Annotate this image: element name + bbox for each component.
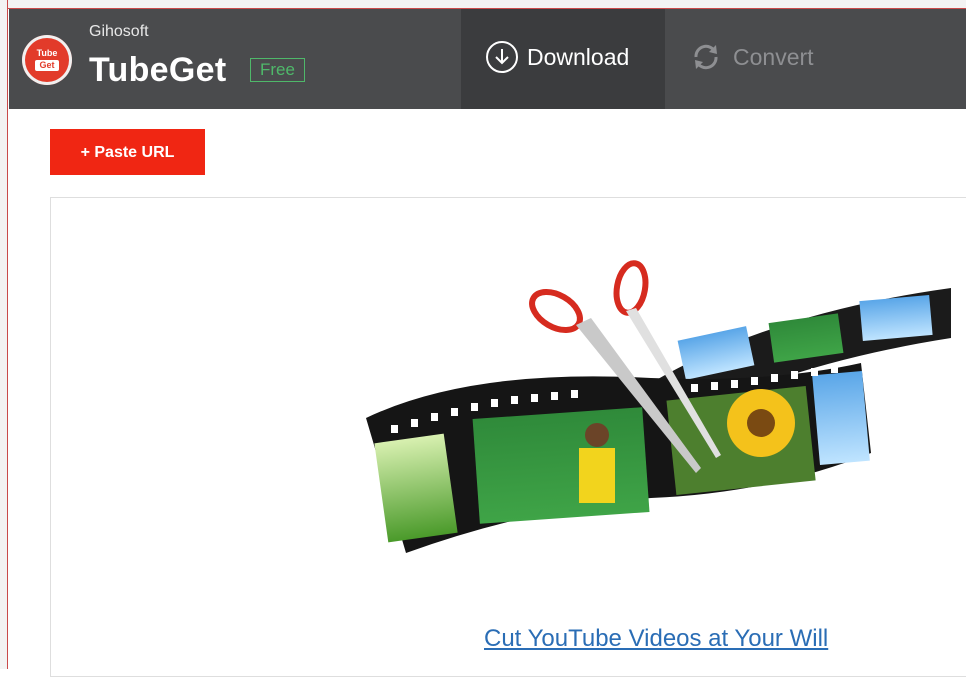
film-strip-illustration — [366, 260, 951, 553]
paste-url-button[interactable]: + Paste URL — [50, 129, 205, 175]
edition-badge: Free — [250, 58, 305, 82]
tab-convert[interactable]: Convert — [665, 9, 845, 109]
download-list-panel: Cut YouTube Videos at Your Will — [50, 197, 966, 677]
tab-convert-label: Convert — [733, 44, 814, 70]
logo-text-top: Tube — [36, 48, 58, 58]
app-title: TubeGet — [89, 51, 227, 89]
logo-badge: Tube Get — [27, 40, 67, 80]
company-name: Gihosoft — [89, 23, 149, 40]
window-frame-top — [0, 0, 966, 9]
window-frame-left — [0, 0, 8, 669]
logo-text-bottom: Get — [35, 60, 59, 71]
app-logo: Tube Get — [22, 35, 72, 85]
app-header: Tube Get Gihosoft TubeGet Free Download … — [9, 9, 966, 109]
tab-download-label: Download — [527, 44, 630, 70]
refresh-icon — [694, 44, 718, 70]
promo-link[interactable]: Cut YouTube Videos at Your Will — [484, 625, 828, 653]
tab-download[interactable]: Download — [461, 9, 665, 109]
download-circle-icon — [486, 41, 518, 73]
